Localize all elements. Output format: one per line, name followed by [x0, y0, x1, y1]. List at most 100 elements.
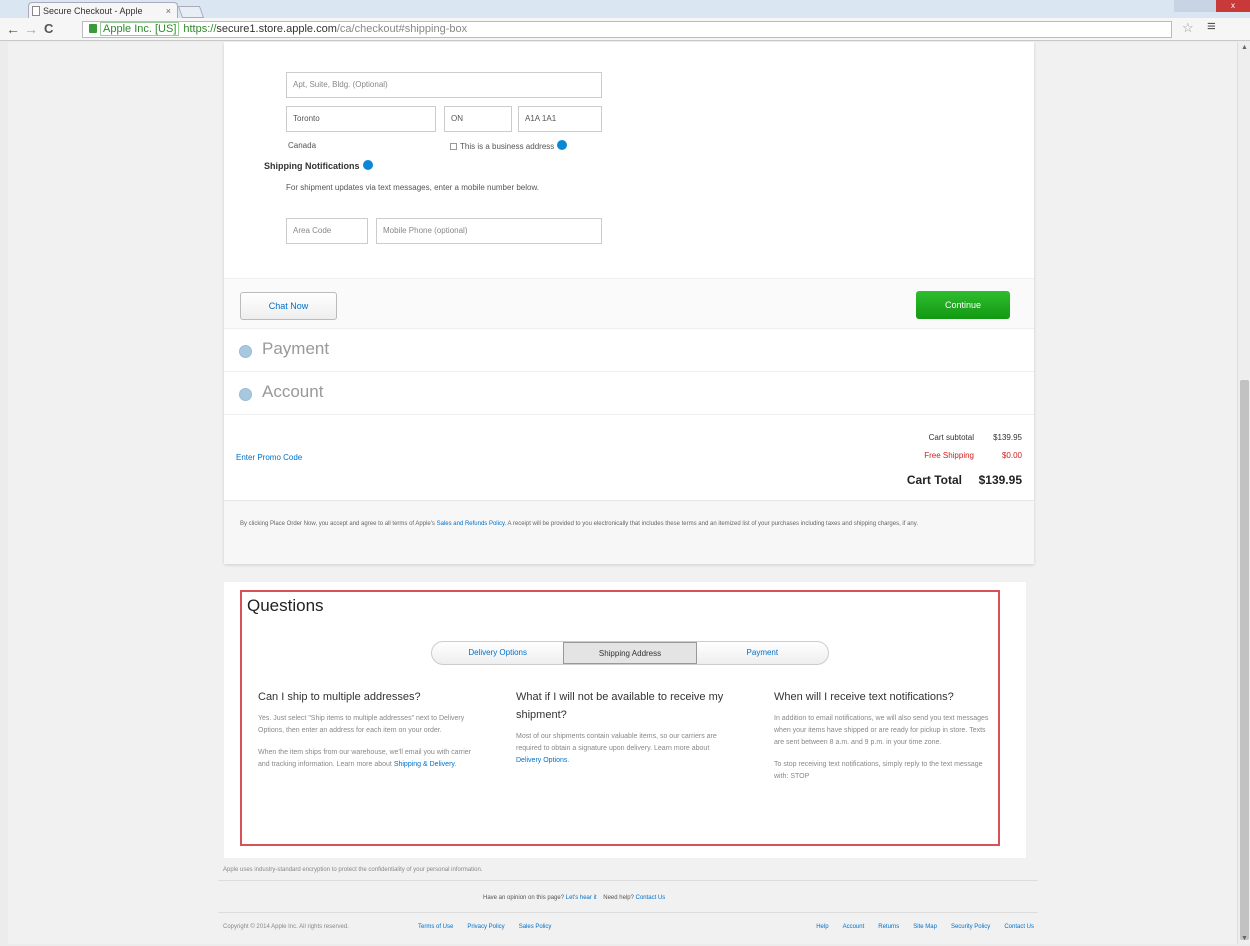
postal-code-field[interactable]: A1A 1A1: [518, 106, 602, 132]
subtotal-value: $139.95: [993, 433, 1022, 442]
shipping-value: $0.00: [1001, 451, 1022, 460]
footer-link-sitemap[interactable]: Site Map: [913, 924, 937, 930]
tab-title: Secure Checkout - Apple: [43, 6, 143, 16]
faq-answer-end: .: [567, 757, 570, 764]
window-controls: x: [1174, 0, 1250, 14]
help-icon[interactable]: [557, 140, 568, 150]
faq-answer-2: To stop receiving text notifications, si…: [774, 761, 983, 780]
business-checkbox-label: This is a business address: [460, 142, 555, 151]
area-code-field[interactable]: Area Code: [286, 218, 368, 244]
feedback-line: Have an opinion on this page? Let's hear…: [483, 895, 665, 901]
faq-answer-end: .: [454, 761, 457, 768]
business-address-option[interactable]: This is a business address: [450, 140, 568, 151]
city-field[interactable]: Toronto: [286, 106, 436, 132]
page-viewport: Apt, Suite, Bldg. (Optional) Toronto ON …: [8, 42, 1237, 944]
window-close-button[interactable]: x: [1216, 0, 1250, 12]
province-field[interactable]: ON: [444, 106, 512, 132]
footer-link-help[interactable]: Help: [816, 924, 828, 930]
cart-total-row: Cart Total $139.95: [907, 473, 1022, 487]
apt-suite-field[interactable]: Apt, Suite, Bldg. (Optional): [286, 72, 602, 98]
faq-answer: In addition to email notifications, we w…: [774, 715, 989, 746]
footer-link-privacy[interactable]: Privacy Policy: [467, 924, 504, 930]
questions-card: Questions Delivery Options Shipping Addr…: [224, 582, 1026, 858]
url-host: secure1.store.apple.com: [216, 23, 337, 35]
legal-text-end: . A receipt will be provided to you elec…: [504, 521, 918, 527]
contact-us-link[interactable]: Contact Us: [636, 895, 666, 901]
footer-link-sales[interactable]: Sales Policy: [519, 924, 552, 930]
shipping-label: Free Shipping: [924, 451, 974, 460]
tab-payment[interactable]: Payment: [697, 642, 828, 664]
page-footer: Apple uses industry-standard encryption …: [218, 862, 1038, 942]
chat-now-button[interactable]: Chat Now: [240, 292, 337, 320]
browser-toolbar: ← → C Apple Inc. [US] https://secure1.sto…: [0, 18, 1250, 41]
delivery-options-link[interactable]: Delivery Options: [516, 757, 567, 764]
shipping-notifications-heading: Shipping Notifications: [264, 160, 373, 171]
step-circle-icon: [239, 345, 252, 358]
faq-answer-2: When the item ships from our warehouse, …: [258, 747, 478, 771]
footer-link-security[interactable]: Security Policy: [951, 924, 990, 930]
business-checkbox[interactable]: [450, 143, 457, 150]
lock-icon: [89, 24, 97, 33]
address-bar[interactable]: Apple Inc. [US] https://secure1.store.app…: [82, 21, 1172, 38]
faq-answer-text: Most of our shipments contain valuable i…: [516, 733, 717, 752]
mobile-phone-field[interactable]: Mobile Phone (optional): [376, 218, 602, 244]
step-circle-icon: [239, 388, 252, 401]
footer-divider: [218, 912, 1038, 913]
footer-link-terms[interactable]: Terms of Use: [418, 924, 453, 930]
security-note: Apple uses industry-standard encryption …: [223, 867, 483, 873]
footer-link-returns[interactable]: Returns: [878, 924, 899, 930]
feedback-question: Have an opinion on this page?: [483, 895, 565, 901]
url-path: /ca/checkout#shipping-box: [336, 23, 468, 35]
questions-box: Questions Delivery Options Shipping Addr…: [240, 590, 1000, 846]
sales-refunds-policy-link[interactable]: Sales and Refunds Policy: [437, 521, 505, 527]
country-label: Canada: [288, 141, 317, 150]
back-arrow-icon[interactable]: ←: [6, 21, 20, 37]
subtotal-row: Cart subtotal $139.95: [929, 433, 1022, 442]
step-payment-title: Payment: [262, 339, 330, 358]
forward-arrow-icon[interactable]: →: [24, 21, 38, 37]
footer-link-contact[interactable]: Contact Us: [1004, 924, 1034, 930]
order-summary: Enter Promo Code Cart subtotal $139.95 Fr…: [224, 414, 1034, 500]
step-account[interactable]: Account: [224, 371, 1034, 414]
shipping-delivery-link[interactable]: Shipping & Delivery: [394, 761, 455, 768]
tab-shipping-address[interactable]: Shipping Address: [563, 642, 697, 664]
faq-heading: When will I receive text notifications?: [774, 691, 954, 703]
page-scrollbar[interactable]: ▲ ▼: [1237, 42, 1250, 944]
faq-unavailable: What if I will not be available to recei…: [516, 688, 736, 767]
tab-close-icon[interactable]: ×: [166, 3, 171, 19]
cart-total-label: Cart Total: [906, 473, 962, 487]
url-scheme: https://: [183, 23, 217, 35]
new-tab-button[interactable]: [177, 6, 205, 18]
subtotal-label: Cart subtotal: [928, 433, 974, 442]
step-payment[interactable]: Payment: [224, 328, 1034, 371]
tab-delivery-options[interactable]: Delivery Options: [432, 642, 563, 664]
bookmark-star-icon[interactable]: ☆: [1182, 20, 1194, 36]
faq-answer: Yes. Just select "Ship items to multiple…: [258, 715, 465, 734]
faq-text-notifications: When will I receive text notifications? …: [774, 688, 994, 783]
minimize-button[interactable]: [1174, 0, 1196, 12]
legal-notice: By clicking Place Order Now, you accept …: [224, 500, 1034, 564]
reload-icon[interactable]: C: [44, 21, 53, 37]
copyright: Copyright © 2014 Apple Inc. All rights r…: [223, 924, 349, 930]
scrollbar-thumb[interactable]: [1240, 380, 1249, 940]
faq-heading: Can I ship to multiple addresses?: [258, 691, 421, 703]
checkout-card: Apt, Suite, Bldg. (Optional) Toronto ON …: [224, 42, 1034, 564]
continue-button[interactable]: Continue: [916, 291, 1010, 319]
footer-link-account[interactable]: Account: [843, 924, 865, 930]
promo-code-link[interactable]: Enter Promo Code: [236, 453, 302, 462]
scroll-down-icon[interactable]: ▼: [1241, 935, 1248, 942]
questions-tabs: Delivery Options Shipping Address Paymen…: [431, 641, 829, 665]
help-icon[interactable]: [362, 160, 373, 170]
browser-menu-icon[interactable]: ≡: [1207, 18, 1216, 35]
shipping-notifications-title: Shipping Notifications: [264, 161, 360, 171]
feedback-link[interactable]: Let's hear it: [566, 895, 597, 901]
page-icon: [32, 6, 40, 16]
notifications-description: For shipment updates via text messages, …: [286, 183, 540, 192]
questions-title: Questions: [247, 596, 324, 615]
maximize-button[interactable]: [1196, 0, 1216, 12]
step-account-title: Account: [262, 382, 324, 401]
scroll-up-icon[interactable]: ▲: [1241, 44, 1248, 51]
footer-divider: [218, 880, 1038, 881]
help-question: Need help?: [603, 895, 634, 901]
faq-heading: What if I will not be available to recei…: [516, 691, 724, 721]
